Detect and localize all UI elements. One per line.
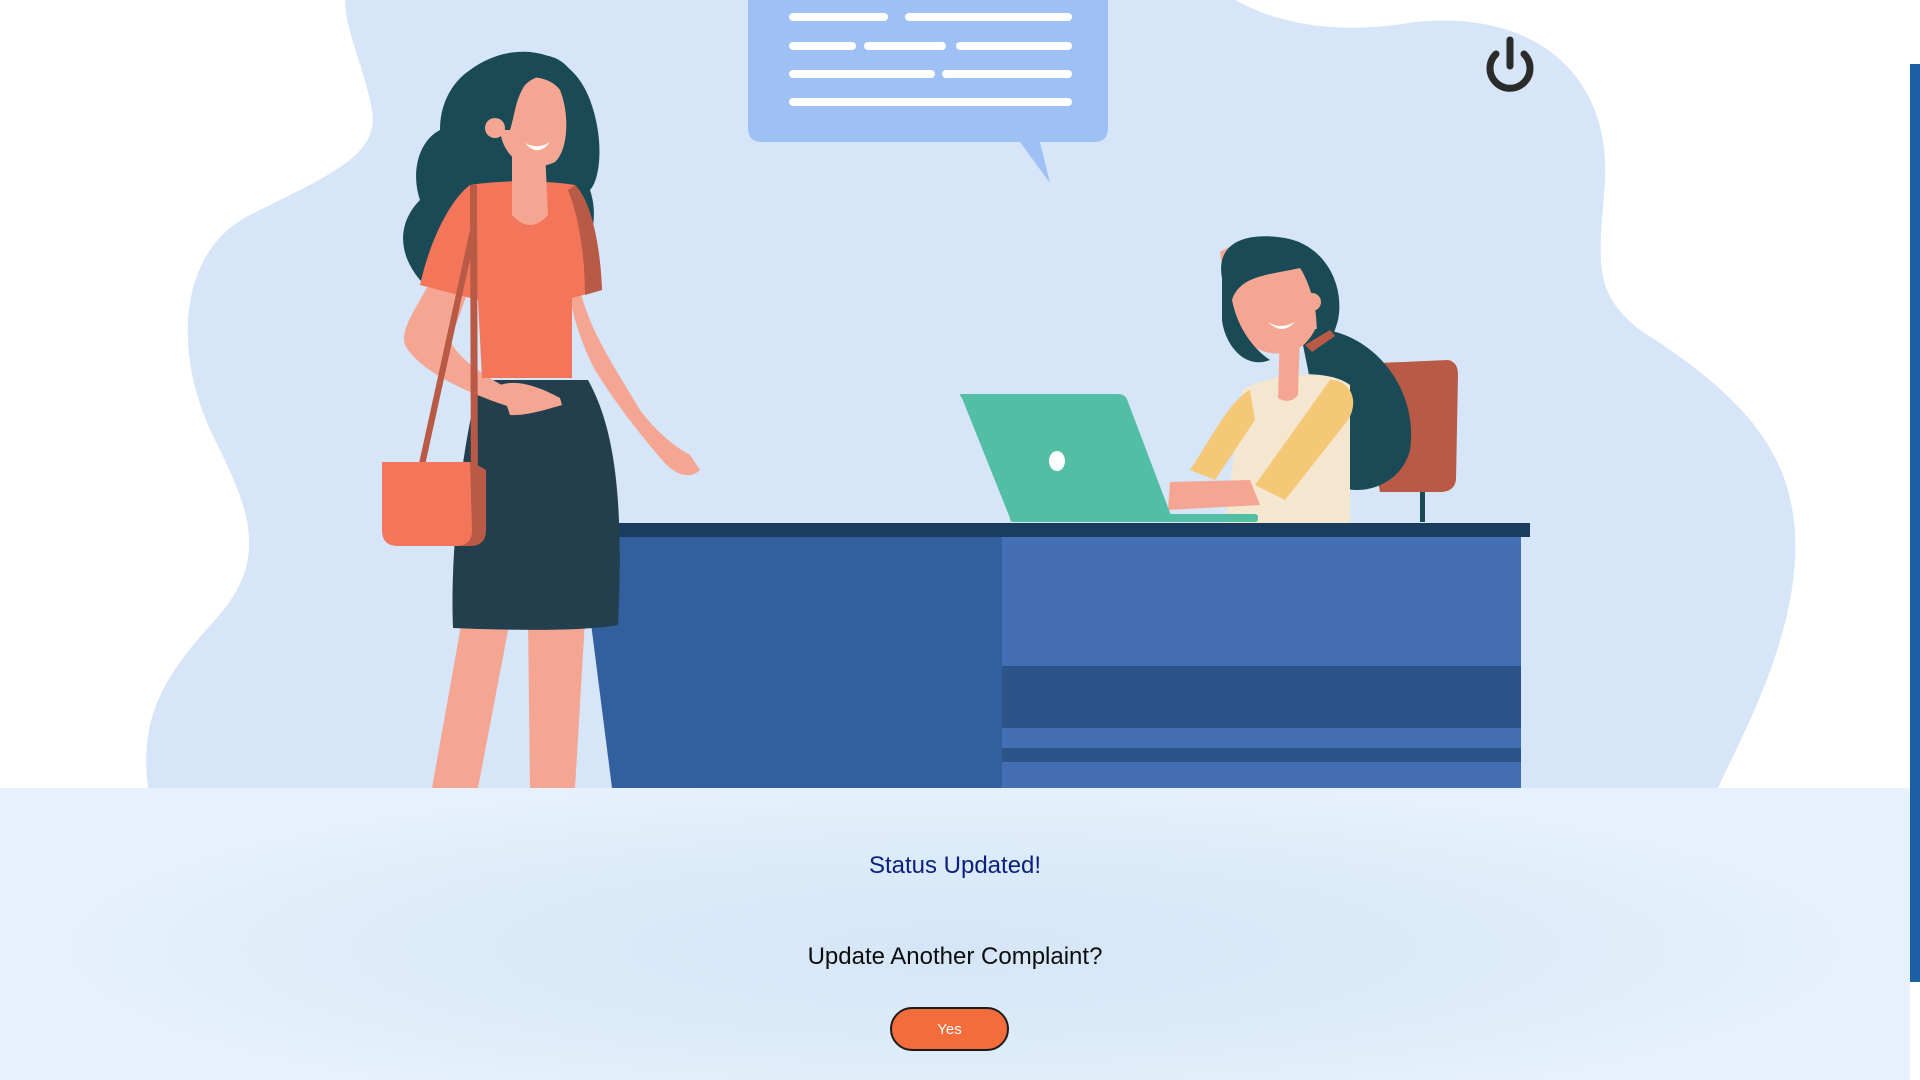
scrollbar-track[interactable] [1910, 0, 1920, 1080]
support-desk-illustration [146, 0, 1796, 788]
power-icon [1486, 36, 1534, 92]
hero-illustration [0, 0, 1910, 788]
status-message: Status Updated! [868, 852, 1042, 879]
update-another-prompt: Update Another Complaint? [807, 943, 1103, 970]
scrollbar-thumb[interactable] [1910, 64, 1920, 982]
power-button[interactable] [1480, 34, 1540, 96]
yes-button[interactable]: Yes [890, 1007, 1009, 1051]
result-panel: Status Updated! Update Another Complaint… [0, 788, 1910, 1080]
desk-icon [580, 523, 1530, 788]
